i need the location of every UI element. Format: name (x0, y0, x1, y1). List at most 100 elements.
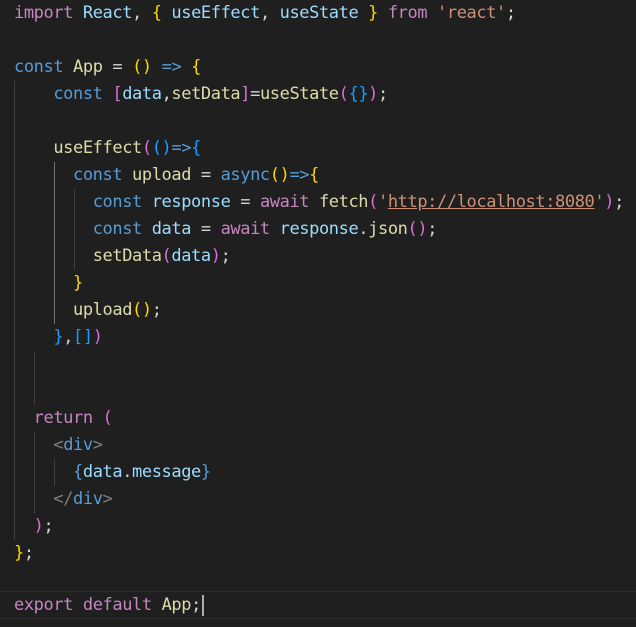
token: [ (73, 327, 83, 347)
code-line[interactable]: } (0, 270, 636, 297)
token: response (151, 192, 231, 212)
code-line[interactable]: setData(data); (0, 243, 636, 270)
token: setData (171, 84, 241, 104)
token: json (368, 219, 408, 239)
token: > (102, 489, 113, 509)
token: ; (614, 192, 624, 212)
token: { (151, 3, 162, 23)
code-line[interactable]: return ( (0, 405, 636, 432)
token: ( (407, 219, 418, 239)
code-line[interactable]: const App = () => { (0, 54, 636, 81)
token: data (171, 246, 211, 266)
token: , (259, 3, 270, 23)
code-line[interactable]: const data = await response.json(); (0, 216, 636, 243)
token: const (53, 84, 103, 104)
token: ; (220, 246, 231, 266)
token: const (92, 219, 143, 239)
token: = (250, 84, 260, 104)
token: = (112, 57, 123, 77)
indent-guide (34, 351, 35, 405)
token: < (53, 435, 64, 455)
token: from (387, 3, 428, 23)
token: ) (33, 516, 44, 536)
code-line[interactable]: <div> (0, 432, 636, 459)
token: message (132, 462, 201, 482)
code-line[interactable]: useEffect(()=>{ (0, 135, 636, 162)
token: { (348, 84, 359, 104)
token: ' (378, 192, 388, 212)
token: < (53, 489, 64, 509)
token: return (33, 408, 93, 428)
token: ( (102, 408, 113, 428)
code-line[interactable]: ); (0, 513, 636, 540)
token: ; (191, 595, 201, 615)
code-editor[interactable]: import React, { useEffect, useState } fr… (0, 0, 636, 627)
token: App (161, 595, 192, 615)
token: useEffect (53, 138, 142, 158)
token: ) (368, 84, 379, 104)
token: ( (132, 300, 142, 320)
code-line[interactable]: }; (0, 540, 636, 567)
token: data (82, 462, 123, 482)
code-line-current[interactable]: export default App; (0, 592, 636, 619)
token: React (82, 3, 133, 23)
token: ; (43, 516, 54, 536)
token: async (220, 165, 271, 185)
token: ] (240, 84, 251, 104)
code-line[interactable]: </div> (0, 486, 636, 513)
token: upload (73, 300, 133, 320)
token: ; (151, 300, 162, 320)
token: ; (427, 219, 438, 239)
token: fetch (318, 192, 369, 212)
code-line[interactable]: const [data,setData]=useState({}); (0, 81, 636, 108)
token: ] (82, 327, 93, 347)
token: . (122, 462, 133, 482)
token: default (82, 595, 152, 615)
code-line[interactable]: },[]) (0, 324, 636, 351)
token: / (63, 489, 74, 509)
token: useState (279, 3, 359, 23)
code-line[interactable]: upload(); (0, 297, 636, 324)
token: } (14, 543, 24, 563)
token: setData (92, 246, 162, 266)
token: { (309, 165, 319, 185)
token: ( (151, 138, 162, 158)
token: , (63, 327, 74, 347)
token: ( (141, 138, 152, 158)
token: ) (141, 57, 152, 77)
code-line[interactable]: {data.message} (0, 459, 636, 486)
token: 'react' (437, 3, 506, 23)
token: => (161, 57, 182, 77)
token: ) (210, 246, 221, 266)
token: { (191, 57, 201, 77)
code-line[interactable]: const upload = async()=>{ (0, 162, 636, 189)
token: . (358, 219, 369, 239)
token: ' (594, 192, 605, 212)
token: } (358, 84, 369, 104)
token: ) (417, 219, 428, 239)
token: ) (161, 138, 172, 158)
url-link[interactable]: http://localhost:8080 (388, 192, 595, 212)
token: } (200, 462, 211, 482)
token: const (92, 192, 143, 212)
token: , (132, 3, 142, 23)
token: } (73, 273, 83, 293)
token: ( (368, 192, 378, 212)
token: ) (141, 300, 152, 320)
token: export (14, 595, 74, 615)
token: div (73, 489, 103, 509)
token: App (73, 57, 103, 77)
token: ; (23, 543, 34, 563)
token: const (14, 57, 64, 77)
token: import (14, 3, 74, 23)
token: } (53, 327, 64, 347)
token: await (259, 192, 310, 212)
token: { (191, 138, 201, 158)
code-line[interactable]: const response = await fetch('http://loc… (0, 189, 636, 216)
token: = (200, 165, 211, 185)
token: response (279, 219, 359, 239)
code-line[interactable]: import React, { useEffect, useState } fr… (0, 0, 636, 27)
token: = (200, 219, 211, 239)
token: ( (132, 57, 142, 77)
token: ; (378, 84, 388, 104)
